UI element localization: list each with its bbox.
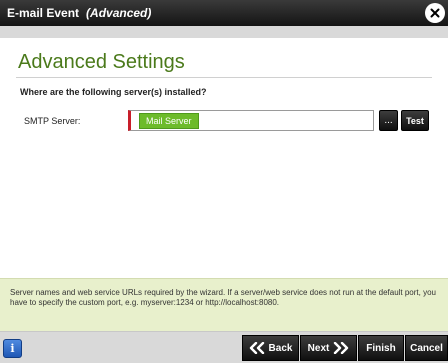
test-button[interactable]: Test [401, 110, 429, 131]
back-button[interactable]: Back [242, 335, 299, 361]
close-button[interactable] [425, 3, 445, 23]
double-chevron-left-icon [249, 342, 265, 354]
browse-button[interactable]: ... [379, 110, 398, 131]
wizard-footer: i Back Next Finish Cancel [0, 331, 448, 363]
email-event-dialog: E-mail Event (Advanced) Advanced Setting… [0, 0, 448, 363]
next-label: Next [307, 342, 330, 354]
title-divider [16, 77, 432, 78]
double-chevron-right-icon [333, 342, 349, 354]
window-subtitle: (Advanced) [86, 6, 152, 20]
server-question: Where are the following server(s) instal… [20, 87, 207, 97]
back-label: Back [268, 342, 293, 354]
title-bar: E-mail Event (Advanced) [0, 0, 448, 26]
header-strip [0, 26, 448, 38]
page-title: Advanced Settings [18, 51, 185, 73]
help-text-panel: Server names and web service URLs requir… [0, 278, 448, 331]
info-icon: i [10, 342, 15, 355]
window-title: E-mail Event [7, 6, 80, 20]
cancel-button[interactable]: Cancel [405, 335, 448, 361]
smtp-server-field[interactable]: Mail Server [128, 110, 374, 131]
info-button[interactable]: i [3, 339, 22, 358]
help-text: Server names and web service URLs requir… [10, 288, 436, 307]
next-button[interactable]: Next [300, 335, 357, 361]
smtp-server-label: SMTP Server: [24, 116, 81, 126]
smtp-server-token[interactable]: Mail Server [139, 112, 199, 129]
finish-button[interactable]: Finish [358, 335, 404, 361]
close-icon [430, 8, 440, 18]
